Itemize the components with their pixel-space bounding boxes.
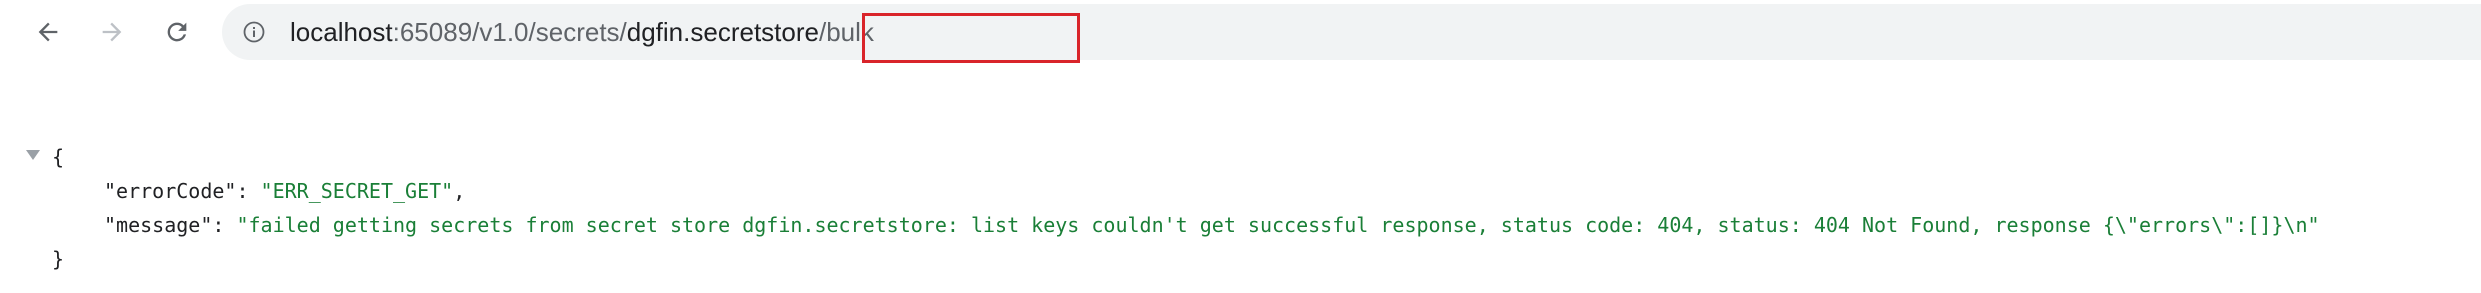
- json-row-message: "message": "failed getting secrets from …: [104, 208, 2320, 242]
- collapse-toggle-icon[interactable]: [26, 150, 40, 160]
- browser-toolbar: localhost:65089/v1.0/secrets/dgfin.secre…: [0, 0, 2481, 64]
- json-open-brace: {: [52, 145, 65, 169]
- url-text[interactable]: localhost:65089/v1.0/secrets/dgfin.secre…: [290, 4, 874, 60]
- json-row-errorcode: "errorCode": "ERR_SECRET_GET",: [104, 174, 465, 208]
- forward-button[interactable]: [90, 10, 134, 54]
- json-separator: :: [212, 213, 237, 237]
- json-separator: :: [236, 179, 261, 203]
- address-bar[interactable]: localhost:65089/v1.0/secrets/dgfin.secre…: [222, 4, 2481, 63]
- info-icon[interactable]: [242, 20, 266, 44]
- arrow-right-icon: [102, 22, 122, 42]
- arrow-left-icon: [38, 22, 58, 42]
- json-trailing-comma: ,: [453, 179, 466, 203]
- url-store-name: dgfin.secretstore: [626, 17, 819, 47]
- highlight-annotation-box: [862, 13, 1080, 63]
- url-port-path: :65089/v1.0/secrets/: [392, 17, 627, 47]
- json-key: "message": [104, 213, 213, 237]
- json-string-value: "failed getting secrets from secret stor…: [236, 213, 2320, 237]
- json-close-brace: }: [52, 247, 65, 271]
- back-button[interactable]: [26, 10, 70, 54]
- json-string-value: "ERR_SECRET_GET": [260, 179, 454, 203]
- json-key: "errorCode": [104, 179, 237, 203]
- reload-icon: [167, 22, 187, 42]
- json-viewer: { "errorCode": "ERR_SECRET_GET", "messag…: [0, 140, 2481, 293]
- reload-button[interactable]: [155, 10, 199, 54]
- url-host: localhost: [290, 17, 393, 47]
